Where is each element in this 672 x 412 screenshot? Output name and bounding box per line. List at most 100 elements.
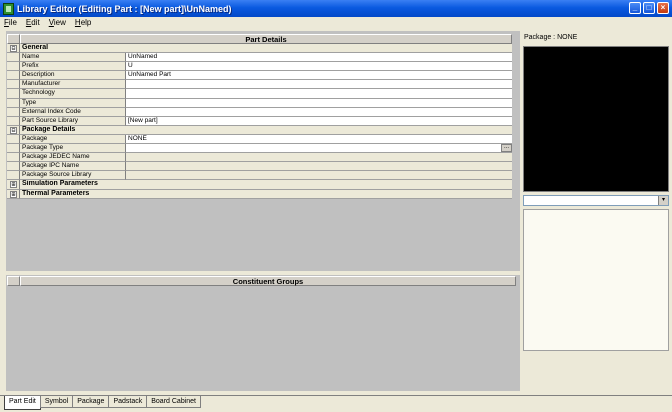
field-label: Technology	[20, 89, 126, 99]
field-label: Manufacturer	[20, 80, 126, 90]
field-value[interactable]	[126, 107, 512, 117]
package-view-combo[interactable]: ▾	[523, 195, 669, 206]
maximize-button[interactable]: □	[643, 2, 655, 14]
section-title: Thermal Parameters	[20, 189, 512, 199]
row-gutter	[7, 153, 20, 163]
grid-field-row[interactable]: Prefix U	[7, 62, 512, 72]
window-title: Library Editor (Editing Part : [New part…	[17, 3, 232, 14]
chevron-down-icon[interactable]: ▾	[658, 196, 668, 205]
grid-field-row[interactable]: Package Type...	[7, 144, 512, 154]
field-value[interactable]: ...	[126, 144, 512, 154]
title-bar: Library Editor (Editing Part : [New part…	[0, 0, 672, 17]
field-value-text: UnNamed Part	[128, 71, 171, 79]
section-title: Package Details	[20, 125, 512, 135]
grid-field-row[interactable]: Description UnNamed Part	[7, 71, 512, 81]
field-value[interactable]	[126, 80, 512, 90]
grid-section-row[interactable]: ⊞ Thermal Parameters	[7, 189, 512, 199]
grid-field-row[interactable]: Part Source Library [New part]	[7, 116, 512, 126]
grid-header-corner	[7, 34, 20, 44]
tab-padstack[interactable]: Padstack	[108, 396, 148, 408]
field-value-text: [New part]	[128, 116, 158, 124]
tab-package[interactable]: Package	[72, 396, 110, 408]
menu-file[interactable]: File	[4, 18, 17, 27]
row-gutter: ⊟	[7, 125, 20, 135]
grid-field-row[interactable]: Name UnNamed	[7, 53, 512, 63]
grid-field-row[interactable]: Technology	[7, 89, 512, 99]
package-label: Package : NONE	[524, 34, 578, 41]
field-label: Package Source Library	[20, 171, 126, 181]
row-gutter	[7, 80, 20, 90]
field-value	[126, 162, 512, 172]
editor-tab-bar: Part Edit Symbol Package Padstack Board Cabi…	[0, 395, 672, 412]
field-label: Package	[20, 134, 126, 145]
row-gutter	[7, 89, 20, 99]
tab-part-edit[interactable]: Part Edit	[4, 396, 41, 410]
expand-toggle-icon[interactable]: ⊞	[10, 190, 17, 198]
package-info-panel	[523, 209, 669, 351]
menu-view[interactable]: View	[49, 18, 66, 27]
tab-symbol[interactable]: Symbol	[39, 396, 74, 408]
grid-field-row[interactable]: Type	[7, 98, 512, 108]
grid-section-row[interactable]: ⊞ Simulation Parameters	[7, 180, 512, 190]
field-label: Package Type	[20, 144, 126, 154]
field-value[interactable]: U	[126, 62, 512, 72]
grid-field-row[interactable]: Package JEDEC Name	[7, 153, 512, 163]
field-label: Package IPC Name	[20, 162, 126, 172]
row-gutter	[7, 71, 20, 81]
expand-toggle-icon[interactable]: ⊟	[10, 126, 17, 134]
grid-section-row[interactable]: ⊟ Package Details	[7, 125, 512, 135]
grid-field-row[interactable]: External Index Code	[7, 107, 512, 117]
field-value[interactable]	[126, 98, 512, 108]
app-icon	[3, 2, 14, 15]
row-gutter	[7, 116, 20, 126]
field-value[interactable]: NONE	[126, 134, 512, 145]
field-label: Type	[20, 98, 126, 108]
expand-toggle-icon[interactable]: ⊟	[10, 45, 17, 52]
close-button[interactable]: ×	[657, 2, 669, 14]
part-details-pane: Part Details ⊟ General Name UnNamed Prefix U D…	[6, 31, 520, 271]
expand-toggle-icon[interactable]: ⊞	[10, 181, 17, 189]
row-gutter	[7, 162, 20, 172]
grid-field-row[interactable]: Package Source Library	[7, 171, 512, 181]
part-details-grid: ⊟ General Name UnNamed Prefix U Description UnN…	[7, 44, 512, 199]
tab-board-cabinet[interactable]: Board Cabinet	[146, 396, 202, 408]
constituent-groups-pane: Constituent Groups	[6, 275, 520, 391]
grid-field-row[interactable]: Package NONE	[7, 134, 512, 145]
menu-edit[interactable]: Edit	[26, 18, 40, 27]
package-preview-pane: Package : NONE ▾	[522, 31, 670, 391]
field-value	[126, 153, 512, 163]
groups-header-corner	[7, 276, 20, 286]
field-label: Part Source Library	[20, 116, 126, 126]
field-value[interactable]: [New part]	[126, 116, 512, 126]
row-gutter	[7, 98, 20, 108]
row-gutter	[7, 144, 20, 154]
editor-tabs: Part Edit Symbol Package Padstack Board Cabi…	[4, 396, 202, 410]
field-label: Name	[20, 53, 126, 63]
row-gutter: ⊞	[7, 189, 20, 199]
field-label: Prefix	[20, 62, 126, 72]
row-gutter: ⊞	[7, 180, 20, 190]
row-gutter	[7, 107, 20, 117]
menu-help[interactable]: Help	[75, 18, 91, 27]
field-label: External Index Code	[20, 107, 126, 117]
window-controls: _ □ ×	[629, 2, 669, 14]
field-label: Description	[20, 71, 126, 81]
constituent-groups-header: Constituent Groups	[20, 276, 516, 286]
field-value[interactable]	[126, 89, 512, 99]
package-preview-canvas[interactable]	[523, 46, 669, 192]
grid-field-row[interactable]: Package IPC Name	[7, 162, 512, 172]
browse-button[interactable]: ...	[501, 144, 512, 153]
row-gutter	[7, 171, 20, 181]
section-title: Simulation Parameters	[20, 180, 512, 190]
field-value-text: UnNamed	[128, 53, 158, 61]
grid-section-row[interactable]: ⊟ General	[7, 44, 512, 54]
field-value[interactable]: UnNamed	[126, 53, 512, 63]
row-gutter	[7, 62, 20, 72]
field-value[interactable]: UnNamed Part	[126, 71, 512, 81]
row-gutter	[7, 134, 20, 145]
grid-field-row[interactable]: Manufacturer	[7, 80, 512, 90]
section-title: General	[20, 44, 512, 54]
menu-bar: File Edit View Help	[0, 17, 672, 28]
row-gutter	[7, 53, 20, 63]
minimize-button[interactable]: _	[629, 2, 641, 14]
